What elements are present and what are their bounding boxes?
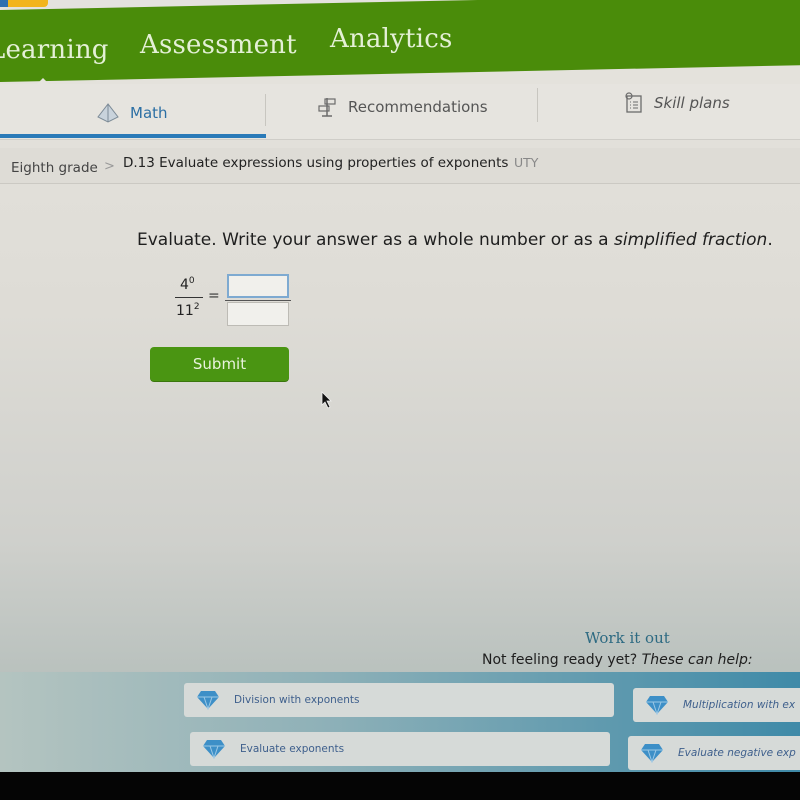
work-it-out-title: Work it out — [585, 629, 670, 647]
tab-recommendations[interactable]: Recommendations — [316, 92, 488, 122]
expression-numerator: 40 — [180, 276, 195, 293]
ixl-logo[interactable] — [0, 0, 48, 7]
tab-divider — [537, 88, 538, 122]
diamond-icon — [640, 743, 664, 763]
pyramid-icon — [96, 103, 120, 123]
monitor-bezel — [0, 772, 800, 800]
top-nav-analytics[interactable]: Analytics — [330, 24, 453, 54]
answer-numerator-input[interactable] — [227, 274, 289, 298]
numerator-base: 4 — [180, 277, 189, 293]
help-subtitle: Not feeling ready yet? These can help: — [482, 652, 753, 668]
question-instruction: Evaluate. Write your answer as a whole n… — [137, 230, 773, 250]
help-link-evaluate-exponents[interactable]: Evaluate exponents — [190, 732, 610, 766]
fraction-expression: 40 112 = — [170, 272, 300, 328]
tab-skill-plans-label: Skill plans — [654, 94, 730, 112]
denominator-exponent: 2 — [193, 302, 200, 312]
screen: Learning Assessment Analytics Math Recom… — [0, 0, 800, 772]
skill-code: UTY — [514, 155, 539, 170]
answer-fraction-bar — [225, 300, 291, 301]
help-subtitle-emphasis: These can help: — [641, 652, 753, 668]
fraction-bar — [175, 297, 203, 298]
top-nav-learning[interactable]: Learning — [0, 35, 109, 65]
numerator-exponent: 0 — [188, 276, 195, 286]
equals-sign: = — [208, 288, 220, 304]
diamond-icon — [202, 739, 226, 759]
mouse-pointer-icon — [321, 391, 333, 413]
instruction-period: . — [767, 230, 773, 250]
breadcrumb-skill: D.13 Evaluate expressions using properti… — [123, 155, 509, 171]
diamond-icon — [645, 695, 669, 715]
denominator-base: 11 — [176, 303, 194, 319]
chevron-right-icon: > — [104, 159, 115, 174]
tab-skill-plans[interactable]: Skill plans — [624, 88, 730, 118]
instruction-emphasis: simplified fraction — [614, 230, 768, 250]
tab-math-label: Math — [130, 104, 168, 122]
help-link-label: Evaluate negative exp — [678, 747, 796, 759]
help-link-multiplication-with-exponents[interactable]: Multiplication with ex — [633, 688, 800, 722]
breadcrumb: Eighth grade > D.13 Evaluate expressions… — [0, 148, 800, 184]
help-link-label: Multiplication with ex — [683, 699, 796, 711]
top-nav-items: Learning Assessment Analytics — [0, 20, 800, 80]
tab-divider — [265, 94, 266, 126]
answer-denominator-input[interactable] — [227, 302, 289, 326]
breadcrumb-grade[interactable]: Eighth grade — [11, 160, 98, 176]
help-link-division-with-exponents[interactable]: Division with exponents — [184, 683, 614, 717]
submit-button[interactable]: Submit — [150, 347, 289, 381]
top-nav-assessment[interactable]: Assessment — [140, 30, 297, 60]
diamond-icon — [196, 690, 220, 710]
help-subtitle-text: Not feeling ready yet? — [482, 652, 642, 668]
tab-recommendations-label: Recommendations — [348, 98, 488, 116]
expression-denominator: 112 — [176, 302, 200, 319]
signpost-icon — [316, 96, 338, 118]
tab-math[interactable]: Math — [96, 98, 168, 128]
help-link-evaluate-negative-exponents[interactable]: Evaluate negative exp — [628, 736, 800, 770]
help-link-label: Evaluate exponents — [240, 743, 345, 755]
help-link-label: Division with exponents — [234, 694, 360, 706]
active-tab-indicator — [0, 134, 266, 138]
sub-nav: Math Recommendations Skill plans — [0, 84, 800, 140]
instruction-text: Evaluate. Write your answer as a whole n… — [137, 230, 614, 250]
clipboard-checklist-icon — [624, 92, 644, 114]
